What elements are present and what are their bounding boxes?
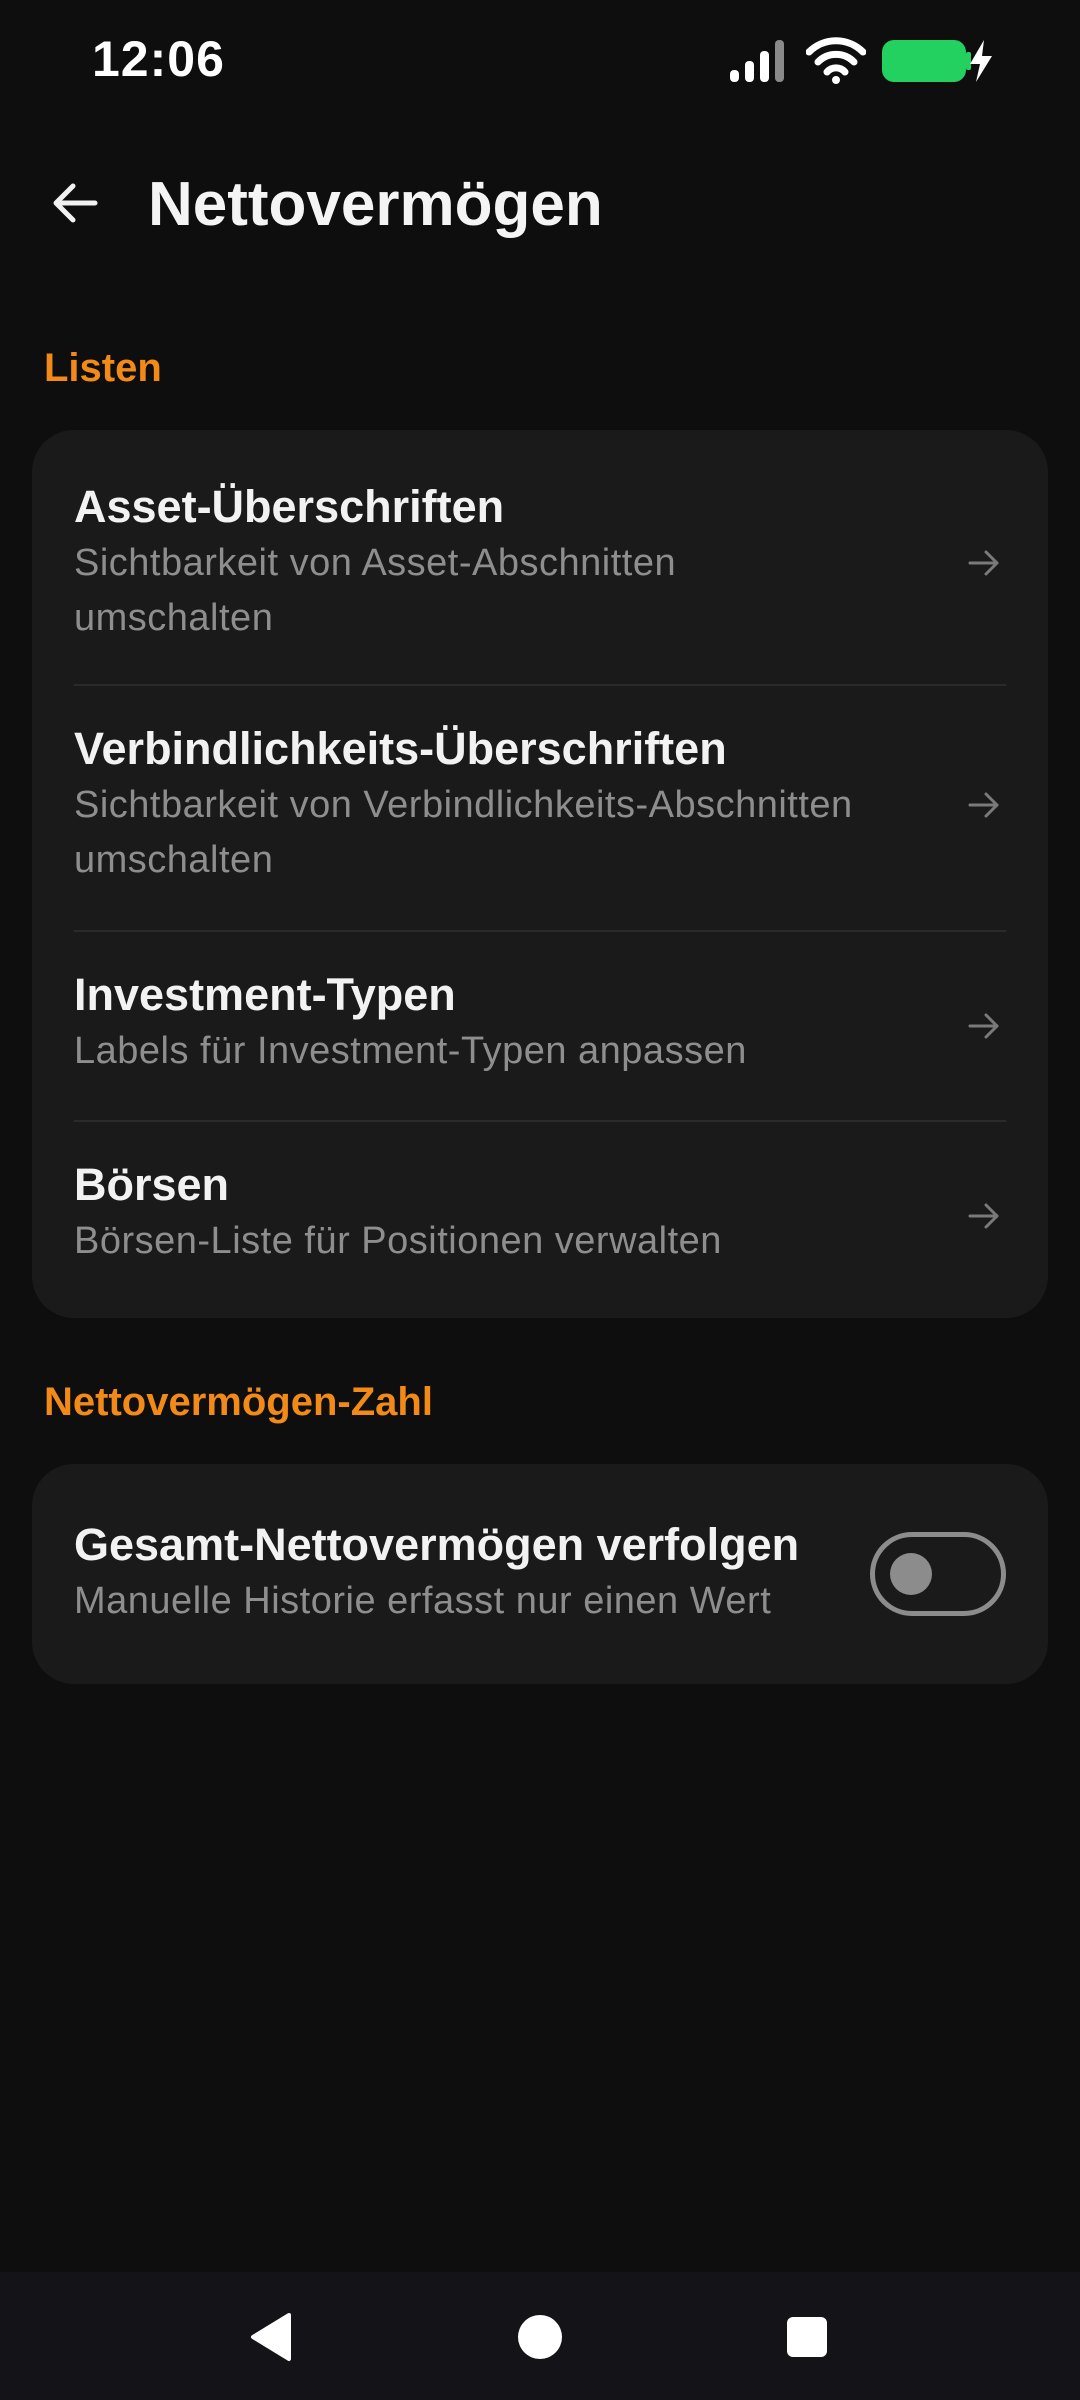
subtitle-line-2: umschalten xyxy=(74,597,274,639)
net-worth-card: Gesamt-Nettovermögen verfolgen Manuelle … xyxy=(32,1464,1048,1684)
nav-back-button[interactable] xyxy=(236,2302,306,2372)
track-net-worth-toggle[interactable] xyxy=(870,1532,1006,1616)
screen: 12:06 Nettovermögen Listen Asset-Übersch… xyxy=(0,0,1080,2400)
list-item-title: Investment-Typen xyxy=(74,969,456,1020)
recents-square-icon xyxy=(787,2317,827,2357)
lists-card: Asset-Überschriften Sichtbarkeit von Ass… xyxy=(32,430,1048,1318)
status-bar: 12:06 xyxy=(0,0,1080,120)
back-button[interactable] xyxy=(40,168,110,238)
toggle-knob xyxy=(890,1553,932,1595)
list-item-exchanges[interactable]: Börsen Börsen-Liste für Positionen verwa… xyxy=(32,1122,1048,1318)
list-item-subtitle: Labels für Investment-Typen anpassen xyxy=(74,1030,747,1072)
arrow-left-icon xyxy=(53,183,98,223)
nav-home-button[interactable] xyxy=(505,2302,575,2372)
section-header-net-worth-number: Nettovermögen-Zahl xyxy=(44,1380,433,1424)
list-item-title: Asset-Überschriften xyxy=(74,481,505,532)
arrow-right-icon xyxy=(968,550,999,576)
battery-charging-icon xyxy=(882,40,992,82)
list-item-asset-headings[interactable]: Asset-Überschriften Sichtbarkeit von Ass… xyxy=(32,430,1048,684)
arrow-right-icon xyxy=(968,1013,999,1039)
status-time: 12:06 xyxy=(92,31,225,87)
toggle-item-title: Gesamt-Nettovermögen verfolgen xyxy=(74,1519,800,1570)
back-triangle-icon xyxy=(251,2313,291,2361)
section-header-listen: Listen xyxy=(44,346,162,390)
subtitle-line-1: Sichtbarkeit von Verbindlichkeits-Abschn… xyxy=(74,784,853,826)
subtitle-line-2: umschalten xyxy=(74,839,274,881)
list-item-liability-headings[interactable]: Verbindlichkeits-Überschriften Sichtbark… xyxy=(32,686,1048,930)
toggle-item-subtitle: Manuelle Historie erfasst nur einen Wert xyxy=(74,1580,772,1622)
list-item-subtitle: Sichtbarkeit von Asset-Abschnitten umsch… xyxy=(74,536,974,646)
home-circle-icon xyxy=(518,2315,562,2359)
wifi-icon xyxy=(806,37,866,84)
list-item-subtitle: Sichtbarkeit von Verbindlichkeits-Abschn… xyxy=(74,778,974,888)
list-item-subtitle: Börsen-Liste für Positionen verwalten xyxy=(74,1220,722,1262)
app-bar: Nettovermögen xyxy=(0,140,1080,270)
system-navigation-bar xyxy=(0,2272,1080,2400)
list-item-title: Börsen xyxy=(74,1159,230,1210)
list-item-investment-types[interactable]: Investment-Typen Labels für Investment-T… xyxy=(32,932,1048,1120)
arrow-right-icon xyxy=(968,1203,999,1229)
subtitle-line-1: Sichtbarkeit von Asset-Abschnitten xyxy=(74,542,677,584)
track-total-net-worth-row[interactable]: Gesamt-Nettovermögen verfolgen Manuelle … xyxy=(32,1464,1048,1684)
nav-recents-button[interactable] xyxy=(772,2302,842,2372)
page-title: Nettovermögen xyxy=(148,170,603,239)
list-item-title: Verbindlichkeits-Überschriften xyxy=(74,723,727,774)
signal-icon xyxy=(730,40,784,82)
arrow-right-icon xyxy=(968,792,999,818)
